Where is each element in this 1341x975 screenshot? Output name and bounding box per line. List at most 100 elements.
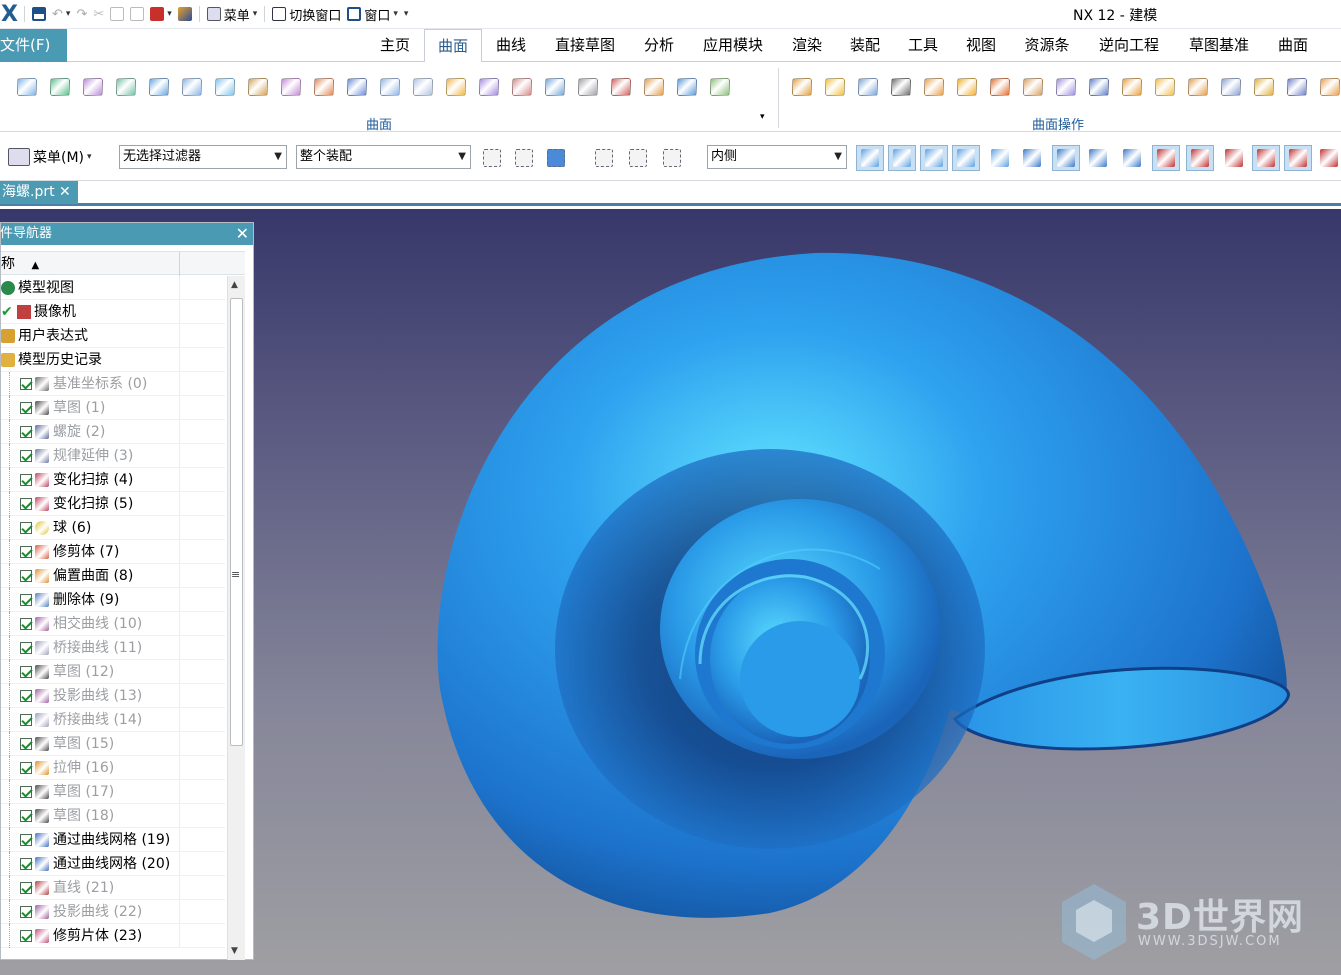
file-menu-tab[interactable]: 文件(F) — [0, 29, 67, 62]
visibility-checkbox[interactable] — [20, 690, 32, 702]
surface-op-tool-14-icon[interactable] — [1214, 74, 1247, 100]
surface-tool-3-icon[interactable] — [76, 74, 109, 100]
surface-op-tool-11-icon[interactable] — [1115, 74, 1148, 100]
tab-view[interactable]: 视图 — [958, 29, 1004, 62]
surface-tool-6-icon[interactable] — [175, 74, 208, 100]
paste-icon[interactable] — [127, 3, 147, 25]
surface-op-tool-7-icon[interactable] — [983, 74, 1016, 100]
surface-tool-20-icon[interactable] — [637, 74, 670, 100]
undo-button[interactable]: ↶ ▾ — [49, 3, 73, 25]
menu-button[interactable]: 菜单 ▾ — [204, 3, 261, 25]
tree-row[interactable]: 用户表达式 — [1, 324, 225, 348]
tab-render[interactable]: 渲染 — [784, 29, 830, 62]
snap-tool-12-icon[interactable] — [1220, 145, 1248, 171]
surface-op-tool-16-icon[interactable] — [1280, 74, 1313, 100]
name-column-header[interactable]: 名称 ▲ — [0, 251, 245, 276]
surface-tool-7-icon[interactable] — [208, 74, 241, 100]
save-button[interactable] — [29, 3, 49, 25]
visibility-checkbox[interactable] — [20, 378, 32, 390]
snap-tool-5-icon[interactable] — [986, 145, 1014, 171]
visibility-checkbox[interactable] — [20, 810, 32, 822]
selection-tool-6-icon[interactable] — [658, 145, 686, 171]
surface-op-tool-3-icon[interactable] — [851, 74, 884, 100]
visibility-checkbox[interactable] — [20, 618, 32, 630]
scroll-up-icon[interactable]: ▲ — [231, 280, 238, 290]
selection-tool-4-icon[interactable] — [590, 145, 618, 171]
customize-qat-button[interactable]: ▾ — [401, 3, 412, 25]
visibility-checkbox[interactable] — [20, 666, 32, 678]
surface-tool-19-icon[interactable] — [604, 74, 637, 100]
copy-icon[interactable] — [107, 3, 127, 25]
surface-tool-21-icon[interactable] — [670, 74, 703, 100]
visibility-checkbox[interactable] — [20, 762, 32, 774]
visibility-checkbox[interactable] — [20, 450, 32, 462]
tree-row[interactable]: 删除体 (9) — [1, 588, 225, 612]
snap-tool-14-icon[interactable] — [1284, 145, 1312, 171]
tree-row[interactable]: 规律延伸 (3) — [1, 444, 225, 468]
visibility-checkbox[interactable] — [20, 786, 32, 798]
window-menu-button[interactable]: 窗口 ▾ — [344, 3, 401, 25]
snap-tool-3-icon[interactable] — [920, 145, 948, 171]
surface-op-tool-13-icon[interactable] — [1181, 74, 1214, 100]
surface-tool-1-icon[interactable] — [10, 74, 43, 100]
close-tab-icon[interactable]: ✕ — [59, 184, 71, 200]
surface-tool-5-icon[interactable] — [142, 74, 175, 100]
tree-row[interactable]: 草图 (12) — [1, 660, 225, 684]
close-icon[interactable]: ✕ — [236, 223, 249, 245]
tree-row[interactable]: 草图 (1) — [1, 396, 225, 420]
tree-row[interactable]: 草图 (18) — [1, 804, 225, 828]
tree-row[interactable]: 投影曲线 (13) — [1, 684, 225, 708]
surface-op-tool-6-icon[interactable] — [950, 74, 983, 100]
tab-tools[interactable]: 工具 — [900, 29, 946, 62]
surface-tool-16-icon[interactable] — [505, 74, 538, 100]
tab-application[interactable]: 应用模块 — [694, 29, 772, 62]
tab-analysis[interactable]: 分析 — [636, 29, 682, 62]
surface-tool-4-icon[interactable] — [109, 74, 142, 100]
tree-row[interactable]: 草图 (15) — [1, 732, 225, 756]
visibility-checkbox[interactable] — [20, 522, 32, 534]
type-filter-dropdown[interactable]: 无选择过滤器 ▼ — [119, 145, 287, 169]
surface-op-tool-12-icon[interactable] — [1148, 74, 1181, 100]
surface-tool-10-icon[interactable] — [307, 74, 340, 100]
selection-scope-dropdown[interactable]: 整个装配 ▼ — [296, 145, 471, 169]
redo-button[interactable]: ↷ — [73, 3, 90, 25]
snap-tool-6-icon[interactable] — [1018, 145, 1046, 171]
tree-row[interactable]: 桥接曲线 (14) — [1, 708, 225, 732]
tree-row[interactable]: 投影曲线 (22) — [1, 900, 225, 924]
tree-row[interactable]: 通过曲线网格 (20) — [1, 852, 225, 876]
visibility-checkbox[interactable] — [20, 930, 32, 942]
surface-tool-15-icon[interactable] — [472, 74, 505, 100]
tree-row[interactable]: 拉伸 (16) — [1, 756, 225, 780]
tree-row[interactable]: 修剪片体 (23) — [1, 924, 225, 948]
snap-tool-9-icon[interactable] — [1118, 145, 1146, 171]
surface-op-tool-2-icon[interactable] — [818, 74, 851, 100]
visibility-checkbox[interactable] — [20, 858, 32, 870]
snap-tool-8-icon[interactable] — [1084, 145, 1112, 171]
visibility-checkbox[interactable] — [20, 834, 32, 846]
visibility-checkbox[interactable] — [20, 882, 32, 894]
surface-tool-18-icon[interactable] — [571, 74, 604, 100]
snap-tool-11-icon[interactable] — [1186, 145, 1214, 171]
surface-op-tool-8-icon[interactable] — [1016, 74, 1049, 100]
switch-window-button[interactable]: 切换窗口 — [269, 3, 344, 25]
surface-tool-14-icon[interactable] — [439, 74, 472, 100]
tab-surface-2[interactable]: 曲面 — [1270, 29, 1316, 62]
tree-row[interactable]: 桥接曲线 (11) — [1, 636, 225, 660]
surface-tool-13-icon[interactable] — [406, 74, 439, 100]
tab-direct-sketch[interactable]: 直接草图 — [546, 29, 624, 62]
tab-resource-bar[interactable]: 资源条 — [1016, 29, 1078, 62]
visibility-checkbox[interactable] — [20, 594, 32, 606]
tree-row[interactable]: 模型历史记录 — [1, 348, 225, 372]
tree-row[interactable]: 偏置曲面 (8) — [1, 564, 225, 588]
surface-tool-11-icon[interactable] — [340, 74, 373, 100]
visibility-checkbox[interactable] — [20, 498, 32, 510]
selection-tool-5-icon[interactable] — [624, 145, 652, 171]
tab-assembly[interactable]: 装配 — [842, 29, 888, 62]
tab-surface[interactable]: 曲面 — [424, 29, 482, 63]
surface-op-tool-15-icon[interactable] — [1247, 74, 1280, 100]
cut-icon[interactable]: ✂ — [90, 3, 107, 25]
snap-tool-7-icon[interactable] — [1052, 145, 1080, 171]
tree-row[interactable]: 螺旋 (2) — [1, 420, 225, 444]
tree-row[interactable]: 修剪体 (7) — [1, 540, 225, 564]
tab-reverse-engineering[interactable]: 逆向工程 — [1090, 29, 1168, 62]
